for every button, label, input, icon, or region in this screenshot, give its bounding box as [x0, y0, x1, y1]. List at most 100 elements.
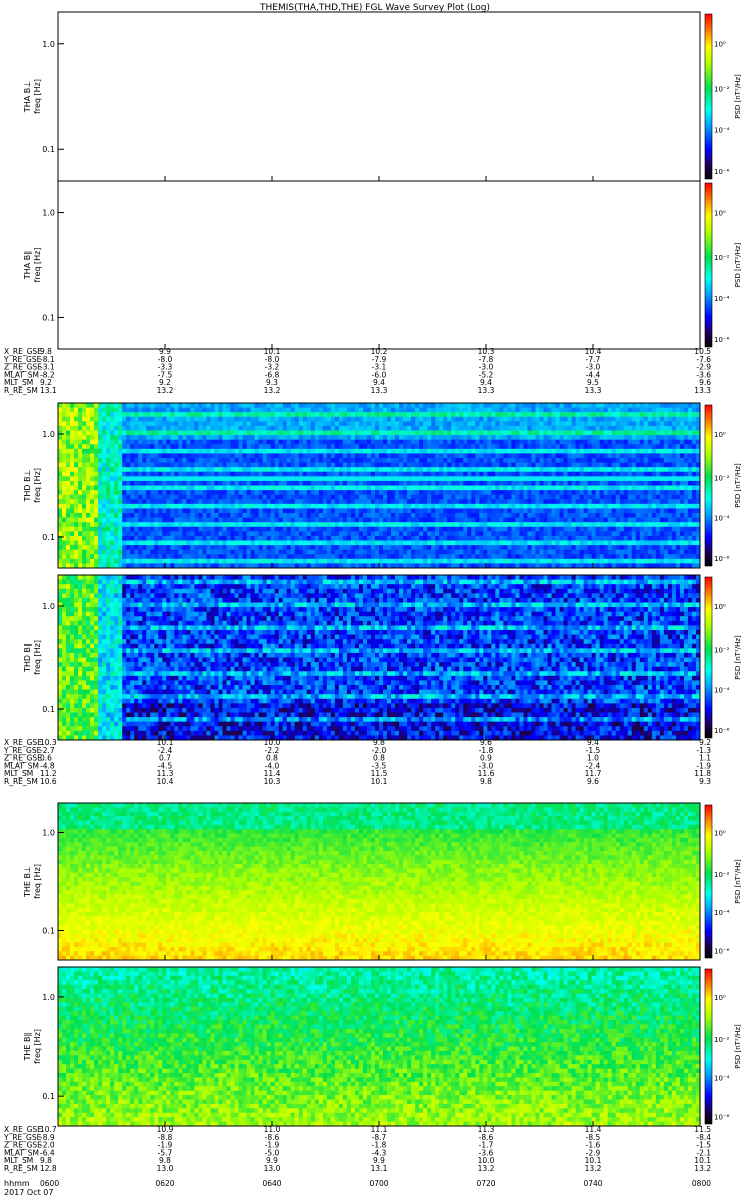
time-axis-label: hhmm: [4, 1179, 30, 1188]
panel-label: THD B∥: [23, 643, 32, 673]
colorbar-tick-label: 10⁰: [714, 431, 726, 439]
ephemeris-value: 9.8: [480, 777, 492, 786]
colorbar-tick-label: 10⁻⁴: [714, 127, 730, 135]
panel-label: THA B∥: [23, 251, 32, 280]
wave-survey-figure: THEMIS(THA,THD,THE) FGL Wave Survey Plot…: [0, 0, 750, 1200]
panel-the_bl: 1.00.1THE B⊥ freq [Hz]10⁰10⁻²10⁻⁴10⁻⁶PSD …: [23, 803, 742, 960]
spectrogram-the_bl: [58, 803, 700, 960]
panels-layer: 1.0 0.1 THA B⊥ freq [Hz] 10⁰ 10⁻² 10⁻⁴ 10⁻⁶ PSD …: [23, 12, 742, 1126]
panel-label: THE B⊥: [23, 866, 32, 898]
colorbar-tick-label: 10⁻²: [714, 254, 730, 262]
ephemeris-value: 13.3: [371, 386, 388, 395]
ephemeris-value: 13.2: [478, 1164, 495, 1173]
colorbar: [705, 405, 712, 566]
ephemeris-value: 13.0: [264, 1164, 281, 1173]
freq-tick-label: 1.0: [42, 40, 55, 49]
colorbar-tick-label: 10⁻²: [714, 646, 730, 654]
ephemeris-value: 13.2: [264, 386, 281, 395]
time-tick-label: 0740: [583, 1179, 602, 1188]
panel-label: THD B⊥: [23, 469, 32, 502]
ephemeris-value: 13.2: [157, 386, 174, 395]
freq-axis-label: freq [Hz]: [33, 640, 42, 675]
ephemeris-row-name: R_RE_SM: [4, 386, 38, 395]
freq-axis-label: freq [Hz]: [33, 468, 42, 503]
panel-thd_bpar: 1.00.1THD B∥ freq [Hz]10⁰10⁻²10⁻⁴10⁻⁶PSD …: [23, 575, 742, 740]
freq-tick-label: 0.1: [42, 533, 55, 542]
colorbar-tick-label: 10⁻⁶: [714, 947, 730, 955]
colorbar-tick-label: 10⁻⁴: [714, 909, 730, 917]
time-tick-label: 0600: [40, 1179, 59, 1188]
ephemeris-value: 9.3: [699, 777, 711, 786]
freq-tick-label: 1.0: [42, 993, 55, 1002]
ephemeris-value: 13.1: [40, 386, 57, 395]
ephemeris-tha: X_RE_GSE9.8 9.9 10.1 10.2 10.3 10.4 10.5Y_RE_G…: [3, 347, 711, 395]
ephemeris-value: 12.8: [40, 1164, 57, 1173]
panel-frame: [58, 181, 700, 349]
colorbar-tick-label: 10⁻²: [714, 871, 730, 879]
freq-tick-label: 0.1: [42, 145, 55, 154]
spectrogram-the_bpar: [58, 967, 700, 1126]
colorbar-tick-label: 10⁻⁶: [714, 1113, 730, 1121]
ephemeris-value: 10.3: [264, 777, 281, 786]
colorbar-label: PSD [nT²/Hz]: [734, 635, 742, 680]
date-label: 2017 Oct 07: [4, 1188, 53, 1197]
colorbar: [705, 969, 712, 1124]
ephemeris-value: 10.1: [371, 777, 388, 786]
colorbar-tick-label: 10⁰: [714, 210, 726, 218]
time-tick-label: 0640: [262, 1179, 281, 1188]
colorbar-tick-label: 10⁻²: [714, 85, 730, 93]
colorbar-tick-label: 10⁻⁶: [714, 727, 730, 735]
freq-tick-label: 1.0: [42, 430, 55, 439]
colorbar-tick-label: 10⁰: [714, 41, 726, 49]
time-tick-label: 0720: [476, 1179, 495, 1188]
colorbar-tick-label: 10⁻⁴: [714, 295, 730, 303]
ephemeris-row-name: R_RE_SM: [4, 1164, 38, 1173]
colorbar: [705, 805, 712, 958]
ephemeris-value: 13.3: [585, 386, 602, 395]
freq-tick-label: 1.0: [42, 209, 55, 218]
colorbar-label: PSD [nT²/Hz]: [734, 74, 742, 119]
ephemeris-value: 13.2: [585, 1164, 602, 1173]
time-axis: 0600 0620 0640 0700 0720 0740 0800: [40, 1179, 711, 1188]
colorbar-tick-label: 10⁻²: [714, 1036, 730, 1044]
colorbar-label: PSD [nT²/Hz]: [734, 242, 742, 287]
colorbar-tick-label: 10⁻⁴: [714, 515, 730, 523]
ephemeris-value: 13.3: [694, 386, 711, 395]
time-tick-label: 0700: [369, 1179, 388, 1188]
panel-tha_bl: 1.00.1THA B⊥ freq [Hz]10⁰10⁻²10⁻⁴10⁻⁶PSD …: [23, 12, 742, 181]
colorbar-tick-label: 10⁻⁶: [714, 336, 730, 344]
panel-thd_bl: 1.00.1THD B⊥ freq [Hz]10⁰10⁻²10⁻⁴10⁻⁶PSD …: [23, 403, 742, 568]
freq-tick-label: 0.1: [42, 705, 55, 714]
spectrogram-thd_bl: [58, 403, 700, 568]
colorbar-tick-label: 10⁻⁴: [714, 687, 730, 695]
panel-tha_bpar: 1.0 0.1 THA B∥ freq [Hz] 10⁰ 10⁻² 10⁻⁴ 10⁻⁶ PSD …: [23, 181, 742, 349]
ephemeris-value: 13.2: [694, 1164, 711, 1173]
colorbar-tick-label: 10⁰: [714, 994, 726, 1002]
freq-tick-label: 0.1: [42, 313, 55, 322]
colorbar: [705, 183, 712, 347]
colorbar-label: PSD [nT²/Hz]: [734, 1024, 742, 1069]
ephemeris-value: 10.6: [40, 777, 57, 786]
freq-tick-label: 1.0: [42, 829, 55, 838]
time-tick-label: 0800: [692, 1179, 711, 1188]
colorbar-tick-label: 10⁻⁶: [714, 555, 730, 563]
panel-label: THE B∥: [23, 1033, 32, 1062]
ephemeris-value: 13.0: [157, 1164, 174, 1173]
panel-frame: [58, 12, 700, 181]
panel-label: THA B⊥: [23, 81, 32, 113]
freq-axis-label: freq [Hz]: [33, 248, 42, 283]
colorbar-tick-label: 10⁰: [714, 603, 726, 611]
ephemeris-value: 10.4: [157, 777, 174, 786]
ephemeris-the: X_RE_GSE10.7 10.9 11.0 11.1 11.3 11.4 11.5Y_RE…: [3, 1125, 711, 1173]
colorbar-tick-label: 10⁰: [714, 830, 726, 838]
colorbar-label: PSD [nT²/Hz]: [734, 859, 742, 904]
colorbar-tick-label: 10⁻⁶: [714, 168, 730, 176]
ephemeris-value: 13.3: [478, 386, 495, 395]
ephemeris-value: 13.1: [371, 1164, 388, 1173]
colorbar: [705, 577, 712, 738]
colorbar-tick-label: 10⁻⁴: [714, 1075, 730, 1083]
colorbar: [705, 14, 712, 179]
ephemeris-row-name: R_RE_SM: [4, 777, 38, 786]
ephemeris-thd: X_RE_GSE10.3 10.1 10.0 9.8 9.6 9.4 9.2Y_RE_GSE…: [3, 738, 711, 786]
ephemeris-value: 9.6: [587, 777, 599, 786]
